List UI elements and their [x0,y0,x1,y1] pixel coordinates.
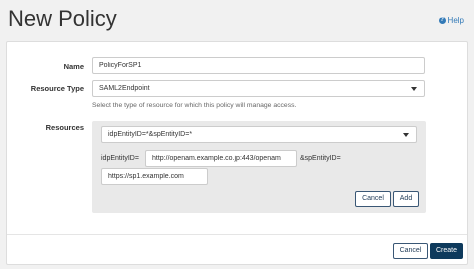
resource-pattern-value: idpEntityID=*&spEntityID=* [108,131,193,138]
resources-label: Resources [45,123,84,132]
name-label: Name [63,62,84,71]
resource-type-value: SAML2Endpoint [99,85,150,92]
policy-form-card: Name Resource Type SAML2Endpoint Select … [6,41,468,265]
create-button[interactable]: Create [430,243,463,259]
idp-entity-input[interactable] [145,150,297,167]
name-input[interactable] [92,57,425,74]
panel-add-button[interactable]: Add [393,191,419,207]
page-title: New Policy [8,6,117,31]
resource-type-label: Resource Type [30,84,84,93]
resource-type-select[interactable]: SAML2Endpoint [92,80,425,97]
help-label: Help [447,16,464,25]
footer-divider [7,234,467,235]
sp-entity-prefix: &spEntityID= [300,155,341,162]
idp-entity-prefix: idpEntityID= [101,155,139,162]
panel-cancel-button[interactable]: Cancel [355,191,391,207]
help-link[interactable]: ? Help [438,16,464,25]
resource-panel: idpEntityID=*&spEntityID=* idpEntityID= … [92,121,426,213]
resource-type-help: Select the type of resource for which th… [92,102,297,109]
chevron-down-icon [403,133,409,137]
question-circle-icon: ? [438,17,446,24]
cancel-button[interactable]: Cancel [393,243,428,259]
sp-entity-input[interactable] [101,168,208,185]
chevron-down-icon [411,87,417,91]
resource-pattern-select[interactable]: idpEntityID=*&spEntityID=* [101,126,417,143]
